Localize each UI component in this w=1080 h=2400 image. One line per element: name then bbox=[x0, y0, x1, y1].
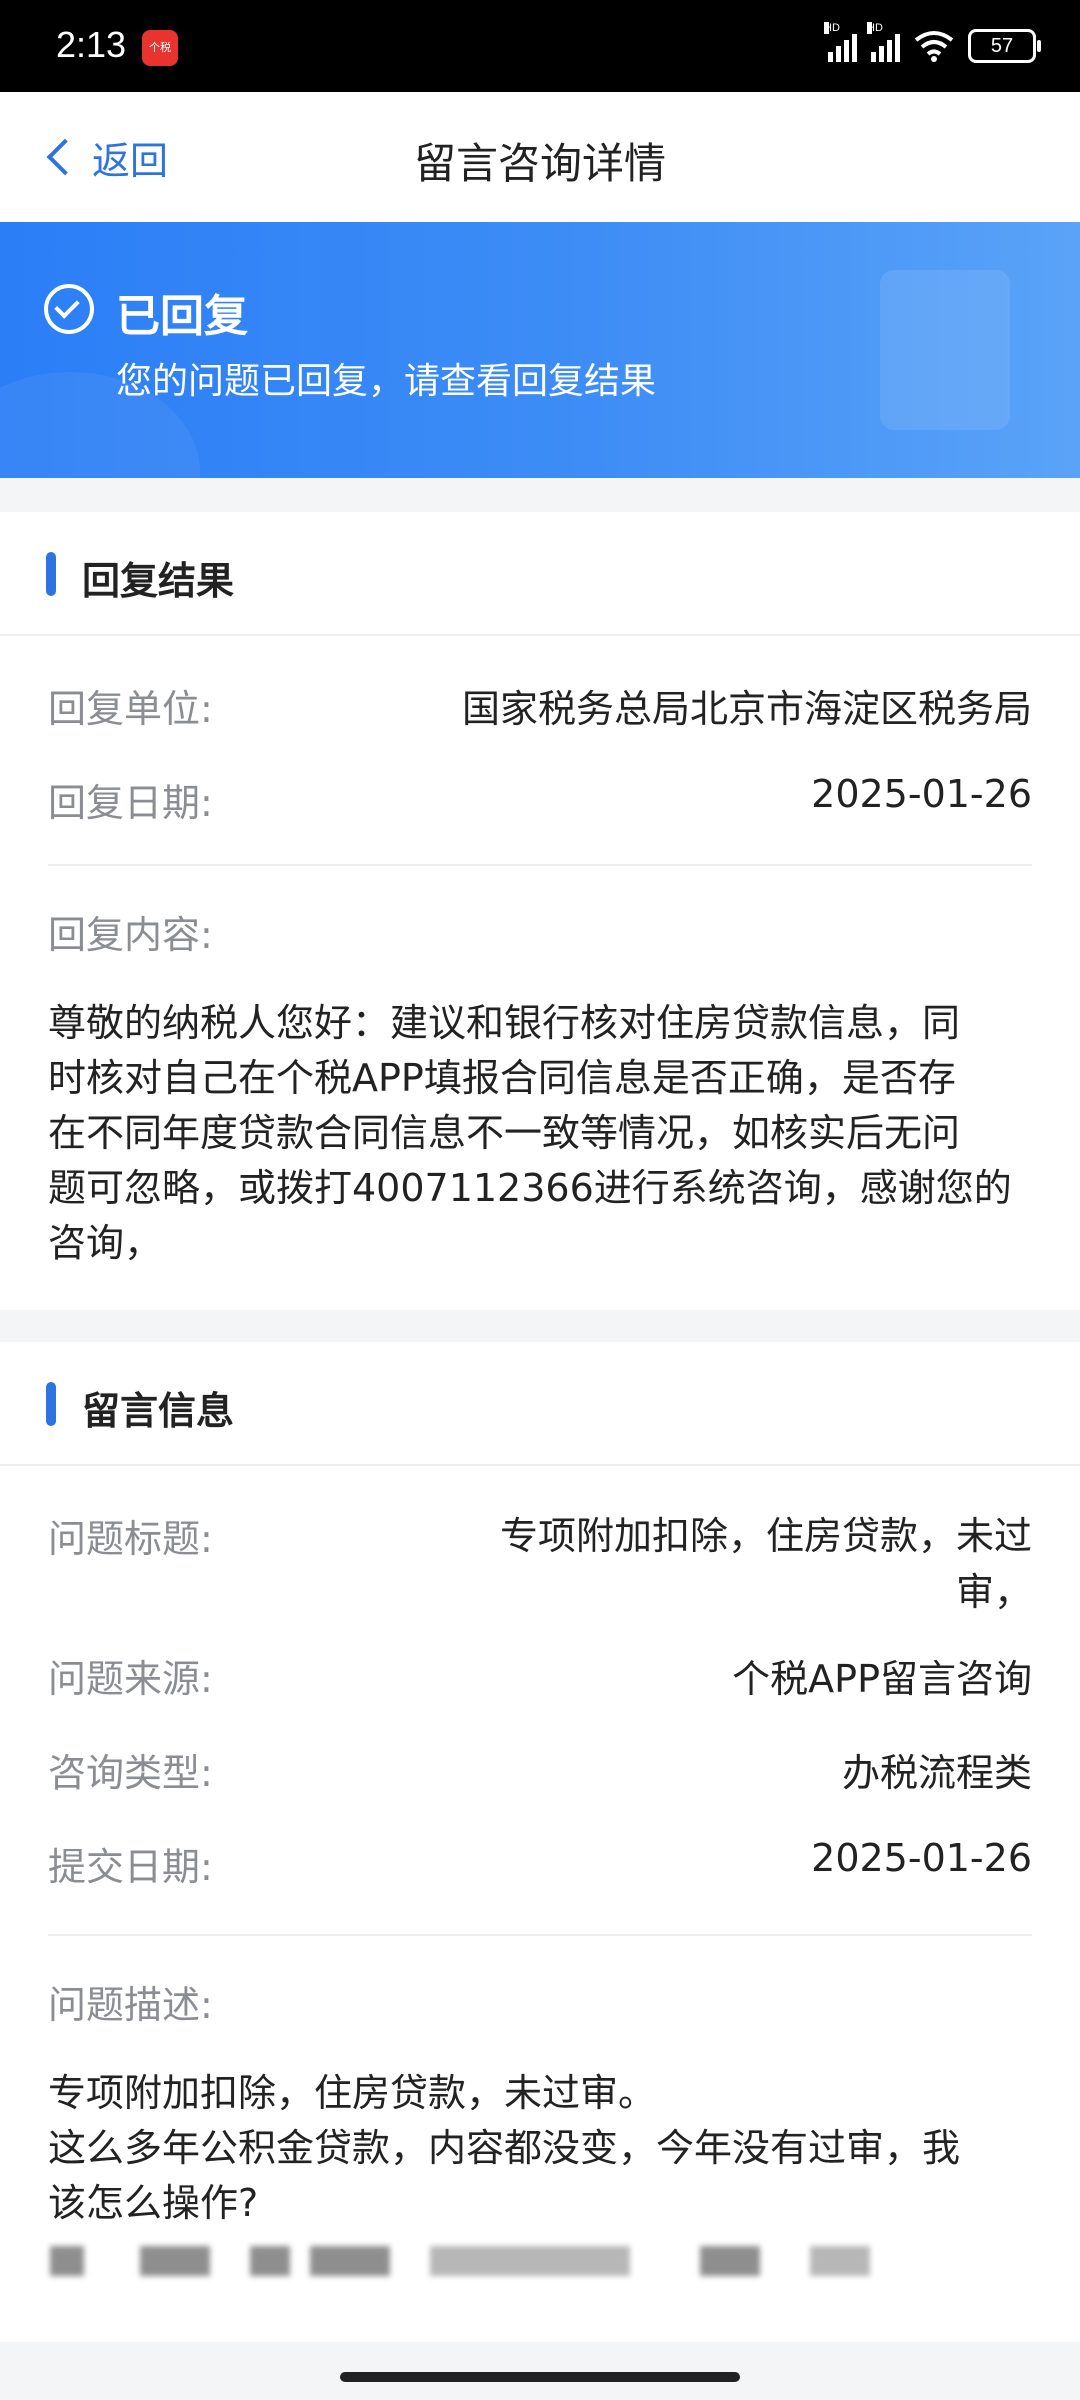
submit-date-value: 2025-01-26 bbox=[811, 1836, 1032, 1880]
submit-date-label: 提交日期: bbox=[48, 1845, 213, 1889]
question-desc-label: 问题描述: bbox=[48, 1983, 213, 2027]
battery-icon: 57 bbox=[968, 29, 1041, 63]
question-title-row: 问题标题: 专项附加扣除，住房贷款，未过 审， bbox=[48, 1508, 1032, 1618]
reply-date-label: 回复日期: bbox=[48, 781, 213, 825]
banner-message: 您的问题已回复，请查看回复结果 bbox=[116, 361, 657, 402]
section-accent-bar bbox=[46, 1382, 56, 1426]
section-header: 回复结果 bbox=[0, 512, 1080, 636]
reply-content-label: 回复内容: bbox=[48, 913, 213, 957]
section-title: 回复结果 bbox=[82, 559, 235, 603]
reply-content-label-row: 回复内容: bbox=[48, 904, 1032, 964]
divider bbox=[48, 1934, 1032, 1936]
section-header: 留言信息 bbox=[0, 1342, 1080, 1466]
divider bbox=[48, 864, 1032, 866]
consult-type-row: 咨询类型: 办税流程类 bbox=[48, 1742, 1032, 1802]
reply-unit-label: 回复单位: bbox=[48, 687, 213, 731]
submit-date-row: 提交日期: 2025-01-26 bbox=[48, 1836, 1032, 1896]
question-title-value: 专项附加扣除，住房贷款，未过 审， bbox=[499, 1514, 1032, 1614]
status-bar: 2:13 个税 HD HD 57 bbox=[0, 0, 1080, 92]
check-circle-icon bbox=[44, 284, 94, 334]
question-source-label: 问题来源: bbox=[48, 1657, 213, 1701]
reply-unit-value: 国家税务总局北京市海淀区税务局 bbox=[461, 687, 1032, 731]
reply-result-card: 回复结果 回复单位: 国家税务总局北京市海淀区税务局 回复日期: 2025-01… bbox=[0, 512, 1080, 1310]
signal-icon: HD bbox=[867, 22, 900, 62]
question-desc-label-row: 问题描述: bbox=[48, 1974, 1032, 2034]
home-indicator[interactable] bbox=[340, 2372, 740, 2382]
consult-type-value: 办税流程类 bbox=[841, 1751, 1032, 1795]
page-title: 留言咨询详情 bbox=[413, 139, 666, 188]
section-accent-bar bbox=[46, 552, 56, 596]
signal-icon: HD bbox=[824, 22, 857, 62]
consult-type-label: 咨询类型: bbox=[48, 1751, 213, 1795]
document-check-icon bbox=[880, 270, 1010, 430]
redacted-text bbox=[50, 2246, 890, 2280]
status-time: 2:13 bbox=[56, 24, 127, 65]
nav-bar: 返回 留言咨询详情 bbox=[0, 92, 1080, 222]
wifi-icon bbox=[914, 31, 954, 62]
section-title: 留言信息 bbox=[82, 1389, 235, 1433]
status-icons: HD HD 57 bbox=[824, 22, 1041, 68]
status-banner: 已回复 您的问题已回复，请查看回复结果 bbox=[0, 222, 1080, 478]
question-title-label: 问题标题: bbox=[48, 1517, 213, 1561]
question-desc-text: 专项附加扣除，住房贷款，未过审。 这么多年公积金贷款，内容都没变，今年没有过审，… bbox=[48, 2071, 961, 2225]
banner-status: 已回复 bbox=[116, 291, 248, 342]
message-info-card: 留言信息 问题标题: 专项附加扣除，住房贷款，未过 审， 问题来源: 个税APP… bbox=[0, 1342, 1080, 2342]
reply-unit-row: 回复单位: 国家税务总局北京市海淀区税务局 bbox=[48, 678, 1032, 738]
reply-date-value: 2025-01-26 bbox=[811, 772, 1032, 816]
question-source-row: 问题来源: 个税APP留言咨询 bbox=[48, 1648, 1032, 1708]
question-source-value: 个税APP留言咨询 bbox=[732, 1657, 1032, 1701]
reply-content-text: 尊敬的纳税人您好：建议和银行核对住房贷款信息，同 时核对自己在个税APP填报合同… bbox=[48, 1001, 1012, 1265]
tax-app-notification-icon: 个税 bbox=[142, 30, 178, 66]
reply-date-row: 回复日期: 2025-01-26 bbox=[48, 772, 1032, 832]
